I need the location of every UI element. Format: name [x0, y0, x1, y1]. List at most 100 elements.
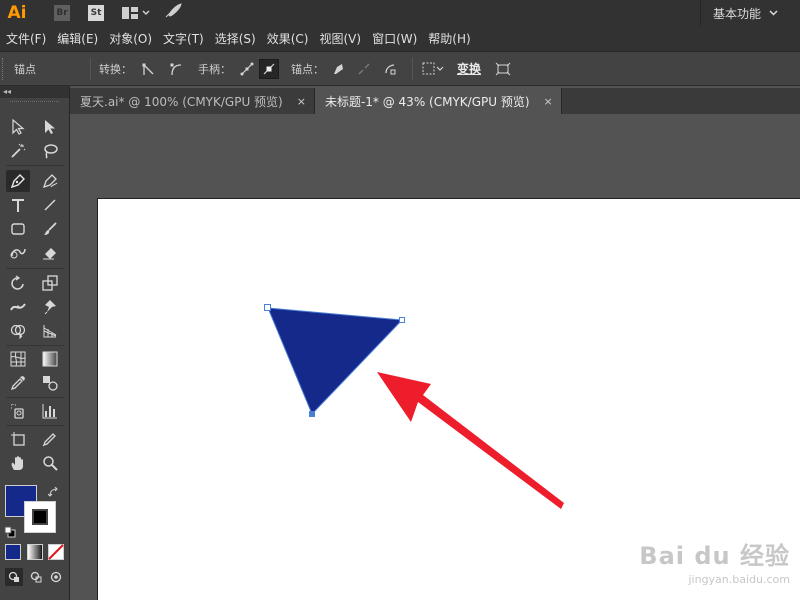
artboard-tool-icon[interactable] [6, 428, 30, 450]
lasso-tool-icon[interactable] [38, 140, 62, 162]
anchor-point-selected [264, 304, 271, 311]
cut-path-icon[interactable] [380, 59, 400, 79]
remove-anchor-icon[interactable] [328, 59, 348, 79]
rectangle-tool-icon[interactable] [6, 218, 30, 240]
puppet-warp-tool-icon[interactable] [38, 296, 62, 318]
application-bar: Ai Br St 基本功能 [0, 0, 800, 26]
divider [6, 268, 64, 269]
draw-behind-icon[interactable] [27, 568, 45, 586]
menu-help[interactable]: 帮助(H) [422, 30, 470, 47]
watermark-brand: Bai du 经验 [639, 542, 790, 570]
default-colors-icon[interactable] [4, 523, 16, 542]
eyedropper-tool-icon[interactable] [6, 372, 30, 394]
gradient-mode-button[interactable] [27, 544, 43, 560]
menu-object[interactable]: 对象(O) [103, 30, 152, 47]
menu-bar: 文件(F) 编辑(E) 对象(O) 文字(T) 选择(S) 效果(C) 视图(V… [0, 26, 800, 52]
menu-view[interactable]: 视图(V) [313, 30, 361, 47]
pen-tool-icon[interactable] [6, 170, 30, 192]
transform-button[interactable]: 变换 [457, 60, 481, 77]
publish-rocket-icon[interactable] [164, 3, 182, 23]
arrange-documents-icon [122, 7, 138, 19]
divider [90, 57, 91, 80]
divider [6, 397, 64, 398]
anchor-point-label: 锚点 [14, 62, 36, 76]
stroke-color-inner [32, 509, 48, 525]
color-mode-button[interactable] [5, 544, 21, 560]
convert-label: 转换： [99, 62, 132, 76]
shape-builder-tool-icon[interactable] [6, 320, 30, 342]
convert-to-smooth-icon[interactable] [166, 59, 186, 79]
tools-panel-grip[interactable] [10, 101, 59, 109]
none-mode-button[interactable] [48, 544, 64, 564]
stock-button[interactable]: St [88, 5, 104, 21]
anchor-point [399, 317, 405, 323]
tools-panel-collapse[interactable]: ◂◂ [0, 86, 69, 98]
draw-inside-icon[interactable] [47, 568, 65, 586]
handles-label: 手柄： [198, 62, 231, 76]
line-tool-icon[interactable] [38, 194, 62, 216]
anchor-point [309, 411, 315, 417]
type-tool-icon[interactable] [6, 194, 30, 216]
menu-edit[interactable]: 编辑(E) [51, 30, 98, 47]
arrange-documents-button[interactable] [122, 7, 150, 19]
zoom-tool-icon[interactable] [38, 452, 62, 474]
column-graph-tool-icon[interactable] [38, 400, 62, 422]
hide-handles-icon[interactable] [259, 58, 279, 79]
illustrator-logo: Ai [7, 3, 27, 23]
divider [6, 425, 64, 426]
slice-tool-icon[interactable] [38, 428, 62, 450]
menu-effect[interactable]: 效果(C) [261, 30, 309, 47]
symbol-sprayer-tool-icon[interactable] [6, 400, 30, 422]
show-handles-icon[interactable] [237, 59, 257, 79]
divider [412, 57, 413, 80]
chevron-down-icon [142, 10, 150, 16]
isolate-selected-icon[interactable] [493, 59, 513, 79]
draw-normal-icon[interactable] [5, 568, 23, 586]
blend-tool-icon[interactable] [38, 372, 62, 394]
convert-to-corner-icon[interactable] [138, 59, 158, 79]
rotate-tool-icon[interactable] [6, 272, 30, 294]
control-bar-grip[interactable] [2, 57, 8, 80]
scale-tool-icon[interactable] [38, 272, 62, 294]
bridge-button[interactable]: Br [54, 5, 70, 21]
anchors-label: 锚点： [291, 62, 324, 76]
close-icon[interactable]: × [544, 95, 553, 108]
menu-file[interactable]: 文件(F) [0, 30, 46, 47]
magic-wand-tool-icon[interactable] [6, 140, 30, 162]
workspace-switcher[interactable]: 基本功能 [700, 0, 800, 26]
curvature-tool-icon[interactable] [38, 170, 62, 192]
connect-anchors-icon[interactable] [354, 59, 374, 79]
watermark-url: jingyan.baidu.com [688, 573, 790, 586]
tab-label: 夏天.ai* @ 100% (CMYK/GPU 预览) [80, 94, 283, 109]
shaper-tool-icon[interactable] [6, 242, 30, 264]
divider [6, 165, 64, 166]
screen-mode-icon[interactable] [24, 592, 46, 600]
hand-tool-icon[interactable] [6, 452, 30, 474]
artboard[interactable]: Bai du 经验 jingyan.baidu.com [97, 198, 800, 600]
control-bar: 锚点 转换： 手柄： 锚点： 变换 [0, 52, 800, 86]
watermark: Bai du 经验 jingyan.baidu.com [639, 536, 790, 586]
tab-untitled-document[interactable]: 未标题-1* @ 43% (CMYK/GPU 预览) × [314, 88, 562, 114]
selection-tool-icon[interactable] [6, 116, 30, 138]
tab-summer-document[interactable]: 夏天.ai* @ 100% (CMYK/GPU 预览) × [70, 88, 315, 114]
close-icon[interactable]: × [297, 95, 306, 108]
perspective-grid-tool-icon[interactable] [38, 320, 62, 342]
eraser-tool-icon[interactable] [38, 242, 62, 264]
none-icon [48, 544, 64, 560]
menu-select[interactable]: 选择(S) [209, 30, 256, 47]
paintbrush-tool-icon[interactable] [38, 218, 62, 240]
workspace-label: 基本功能 [713, 6, 762, 21]
direct-selection-tool-icon[interactable] [38, 116, 62, 138]
width-tool-icon[interactable] [6, 296, 30, 318]
divider [6, 345, 64, 346]
triangle-shape [267, 307, 404, 415]
select-similar-icon[interactable] [419, 59, 447, 79]
gradient-tool-icon[interactable] [38, 348, 62, 370]
stroke-color-swatch[interactable] [24, 501, 56, 533]
mesh-tool-icon[interactable] [6, 348, 30, 370]
menu-window[interactable]: 窗口(W) [366, 30, 417, 47]
document-tabs: 夏天.ai* @ 100% (CMYK/GPU 预览) × 未标题-1* @ 4… [70, 88, 800, 114]
menu-type[interactable]: 文字(T) [157, 30, 204, 47]
tools-panel: ◂◂ [0, 86, 70, 600]
red-arrow-annotation [377, 372, 564, 509]
